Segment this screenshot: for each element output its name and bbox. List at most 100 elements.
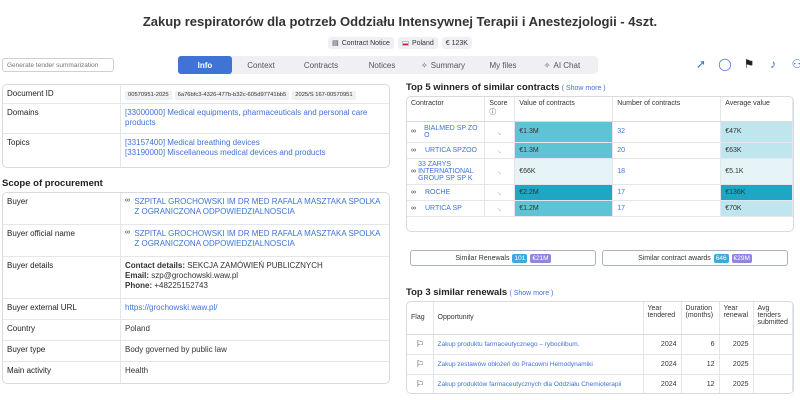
contract-count-link[interactable]: 32 xyxy=(617,128,625,135)
winner-row: ∞ BIALMED SP ZO O ◟ €1.3M 32 €47K xyxy=(407,121,793,143)
average-value-cell: €5.1K xyxy=(720,158,793,185)
score-spinner-icon: ◟ xyxy=(498,189,502,196)
contract-value-cell: €2.2M xyxy=(514,184,614,201)
page-title: Zakup respiratorów dla potrzeb Oddziału … xyxy=(142,14,658,29)
awards-value-badge: €29M xyxy=(731,253,752,263)
tab-summary[interactable]: ✧ Summary xyxy=(412,56,474,74)
tab-contracts[interactable]: Contracts xyxy=(290,56,352,74)
similar-awards-button[interactable]: Similar contract awards 646 €29M xyxy=(602,250,788,266)
renewals-show-more-link[interactable]: ( Show more ) xyxy=(509,290,553,297)
average-value-cell: €63K xyxy=(720,142,793,159)
winners-show-more-link[interactable]: ( Show more ) xyxy=(562,85,606,92)
bell-icon[interactable]: ♪ xyxy=(766,57,780,71)
tab-bar: Info Context Contracts Notices ✧ Summary … xyxy=(178,56,598,74)
average-value-cell: €70K xyxy=(720,200,793,217)
value-chip: € 123K xyxy=(441,37,472,49)
poland-flag-icon xyxy=(401,40,409,46)
awards-count-badge: 646 xyxy=(713,253,729,263)
opportunity-link[interactable]: Zakup produktów farmaceutycznych dla Odd… xyxy=(438,381,622,388)
buyer-official-link[interactable]: ∞ SZPITAL GROCHOWSKI IM DR MED RAFALA MAS… xyxy=(121,225,389,256)
contract-value-cell: €1.2M xyxy=(514,200,614,217)
document-id-pill: 00570951-2025 xyxy=(125,91,172,101)
document-id-pill: 2025/S 167-00570951 xyxy=(292,91,356,101)
contractor-link[interactable]: BIALMED SP ZO O xyxy=(424,125,480,139)
score-spinner-icon: ◟ xyxy=(498,168,502,175)
similar-renewals-button[interactable]: Similar Renewals 101 €21M xyxy=(410,250,596,266)
flag-icon[interactable]: ⚑ xyxy=(742,57,756,71)
buyer-url-link[interactable]: https://grochowski.waw.pl/ xyxy=(121,299,389,319)
opportunity-link[interactable]: Zakup zestawów obłożeń do Pracowni Hemod… xyxy=(438,361,593,368)
tab-ai-chat[interactable]: ✧ AI Chat xyxy=(532,56,592,74)
contract-count-link[interactable]: 18 xyxy=(617,168,625,175)
scope-heading: Scope of procurement xyxy=(2,178,103,189)
score-spinner-icon: ◟ xyxy=(498,128,502,136)
topics-row: Topics [33157400] Medical breathing devi… xyxy=(3,134,389,167)
info-card: Document ID 00570951-2025 6a76bfc3-4326-4… xyxy=(2,84,390,168)
contract-count-link[interactable]: 17 xyxy=(617,189,625,196)
renewals-heading-line: Top 3 similar renewals ( Show more ) xyxy=(406,287,554,298)
phone-value: +48225152743 xyxy=(154,281,208,290)
contractor-link[interactable]: 33 ZARYS INTERNATIONAL GROUP SP SP K xyxy=(418,161,480,182)
organization-icon: ∞ xyxy=(411,188,416,196)
flag-icon[interactable]: ⚐ xyxy=(416,339,424,349)
average-value-cell: €136K xyxy=(720,184,793,201)
topic-link[interactable]: [33190000] Miscellaneous medical devices… xyxy=(125,148,385,158)
notice-type-chip: ▤ Contract Notice xyxy=(328,37,394,49)
renewal-row: ⚐ Zakup zestawów obłożeń do Pracowni Hemo… xyxy=(407,354,793,375)
contract-count-link[interactable]: 20 xyxy=(617,147,625,154)
organization-icon: ∞ xyxy=(411,128,416,135)
opportunity-link[interactable]: Zakup produktu farmaceutycznego – ryboci… xyxy=(438,341,580,348)
share-icon[interactable]: ➚ xyxy=(694,57,708,71)
scope-card: Buyer ∞ SZPITAL GROCHOWSKI IM DR MED RAFA… xyxy=(2,192,390,384)
renewal-row: ⚐ Zakup produktu farmaceutycznego – ryboc… xyxy=(407,334,793,355)
winners-table-card: Contractor Score ⓘ Value of contracts Num… xyxy=(406,96,794,232)
sparkle-icon: ✧ xyxy=(543,60,551,70)
tab-info[interactable]: Info xyxy=(178,56,232,74)
contractor-link[interactable]: URTICA SPZOO xyxy=(425,147,477,154)
contractor-link[interactable]: ROCHE xyxy=(425,189,450,196)
average-value-cell: €47K xyxy=(720,121,793,143)
contractor-link[interactable]: URTICA SP xyxy=(425,205,462,212)
tab-notices[interactable]: Notices xyxy=(352,56,412,74)
score-spinner-icon: ◟ xyxy=(498,205,502,212)
generate-summary-input[interactable] xyxy=(2,58,114,72)
organization-icon: ∞ xyxy=(411,167,416,175)
winners-heading-line: Top 5 winners of similar contracts ( Sho… xyxy=(406,82,606,93)
document-id-row: Document ID 00570951-2025 6a76bfc3-4326-4… xyxy=(3,85,389,104)
contract-count-link[interactable]: 17 xyxy=(617,205,625,212)
winner-row: ∞ 33 ZARYS INTERNATIONAL GROUP SP SP K ◟ €6… xyxy=(407,158,793,185)
winner-row: ∞ URTICA SPZOO ◟ €1.3M 20 €63K xyxy=(407,142,793,159)
tab-my-files[interactable]: My files xyxy=(474,56,532,74)
buyer-official-row: Buyer official name ∞ SZPITAL GROCHOWSKI … xyxy=(3,225,389,257)
document-icon: ▤ xyxy=(332,40,339,47)
buyer-details-row: Buyer details Contact details: SEKCJA ZA… xyxy=(3,257,389,299)
flag-icon[interactable]: ⚐ xyxy=(416,359,424,369)
contract-value-cell: €66K xyxy=(514,158,614,185)
sparkle-icon: ✧ xyxy=(421,60,428,70)
organization-icon: ∞ xyxy=(411,204,416,212)
contract-value-cell: €1.3M xyxy=(514,121,614,143)
country-chip: Poland xyxy=(397,37,438,49)
score-spinner-icon: ◟ xyxy=(498,147,502,154)
organization-icon: ∞ xyxy=(125,229,130,236)
add-user-icon[interactable]: ⚇ xyxy=(790,57,800,71)
buyer-url-row: Buyer external URL https://grochowski.wa… xyxy=(3,299,389,320)
comment-icon[interactable]: ◯ xyxy=(718,57,732,71)
main-activity-row: Main activity Health xyxy=(3,362,389,383)
organization-icon: ∞ xyxy=(411,146,416,154)
country-row: Country Poland xyxy=(3,320,389,341)
flag-icon[interactable]: ⚐ xyxy=(416,379,424,389)
winners-table: Contractor Score ⓘ Value of contracts Num… xyxy=(407,97,793,217)
buyer-link[interactable]: ∞ SZPITAL GROCHOWSKI IM DR MED RAFALA MAS… xyxy=(121,193,389,224)
info-icon: ⓘ xyxy=(489,109,497,116)
winner-row: ∞ ROCHE ◟ €2.2M 17 €136K xyxy=(407,184,793,201)
renewals-table: Flag Opportunity Year tendered Duration … xyxy=(407,302,793,393)
email-value[interactable]: szp@grochowski.waw.pl xyxy=(151,271,238,280)
meta-chips: ▤ Contract Notice Poland € 123K xyxy=(0,37,800,49)
domain-link[interactable]: [33000000] Medical equipments, pharmaceu… xyxy=(121,104,389,133)
topic-link[interactable]: [33157400] Medical breathing devices xyxy=(125,138,385,148)
tab-context[interactable]: Context xyxy=(232,56,290,74)
contract-value-cell: €1.3M xyxy=(514,142,614,159)
domains-row: Domains [33000000] Medical equipments, p… xyxy=(3,104,389,134)
buyer-row: Buyer ∞ SZPITAL GROCHOWSKI IM DR MED RAFA… xyxy=(3,193,389,225)
